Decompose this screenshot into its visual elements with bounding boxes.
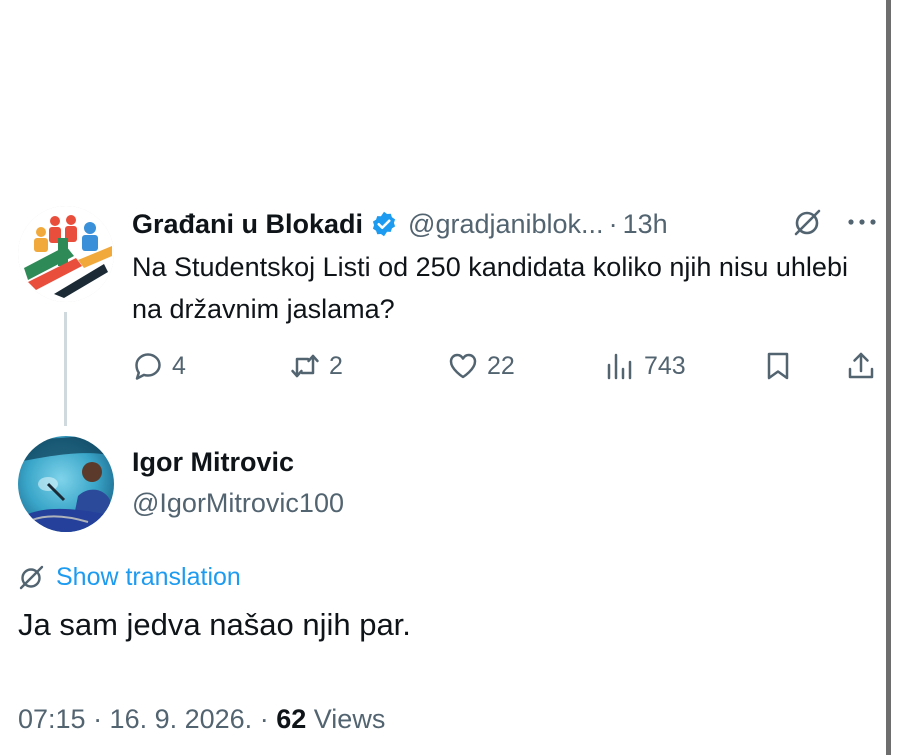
separator-dot: · bbox=[608, 208, 618, 239]
like-count: 22 bbox=[487, 351, 515, 380]
bookmark-icon bbox=[767, 352, 789, 380]
parent-tweet-text: Na Studentskoj Listi od 250 kandidata ko… bbox=[132, 252, 848, 324]
repost-count: 2 bbox=[329, 351, 343, 380]
views-label: Views bbox=[313, 704, 386, 734]
views-count: 743 bbox=[644, 351, 686, 380]
reply-author-name[interactable]: Igor Mitrovic bbox=[132, 447, 294, 478]
tweet-meta: 07:15 · 16. 9. 2026. · 62 Views bbox=[18, 704, 385, 735]
views-icon bbox=[607, 353, 632, 380]
like-button[interactable]: 22 bbox=[447, 346, 515, 386]
show-translation-link[interactable]: Show translation bbox=[18, 560, 241, 594]
parent-handle[interactable]: @gradjaniblok... bbox=[408, 209, 604, 240]
views-count: 62 bbox=[276, 704, 307, 734]
like-icon bbox=[449, 353, 477, 379]
more-icon[interactable] bbox=[844, 208, 880, 236]
separator-dot: · bbox=[259, 704, 269, 734]
thread-line bbox=[64, 312, 67, 426]
verified-badge-icon bbox=[372, 211, 396, 237]
reply-avatar-image bbox=[18, 436, 114, 532]
bookmark-button[interactable] bbox=[762, 346, 794, 386]
repost-button[interactable]: 2 bbox=[289, 346, 343, 386]
reply-count: 4 bbox=[172, 351, 186, 380]
scrollbar[interactable] bbox=[886, 0, 891, 755]
reply-handle[interactable]: @IgorMitrovic100 bbox=[132, 488, 344, 519]
gradjani-logo-icon bbox=[18, 206, 114, 302]
translate-icon[interactable] bbox=[792, 206, 824, 238]
parent-time[interactable]: 13h bbox=[623, 209, 668, 240]
views-button[interactable]: 743 bbox=[604, 346, 686, 386]
parent-header: Građani u Blokadi @gradjaniblok... · 13h bbox=[132, 205, 668, 243]
repost-icon bbox=[291, 354, 319, 378]
reply-button[interactable]: 4 bbox=[132, 346, 186, 386]
tweet-timestamp[interactable]: 07:15 · 16. 9. 2026. bbox=[18, 704, 252, 734]
share-button[interactable] bbox=[845, 346, 877, 386]
parent-author-name[interactable]: Građani u Blokadi bbox=[132, 209, 363, 240]
show-translation-label[interactable]: Show translation bbox=[56, 563, 241, 592]
parent-avatar[interactable] bbox=[18, 206, 114, 302]
reply-tweet-text: Ja sam jedva našao njih par. bbox=[18, 607, 411, 642]
translate-icon bbox=[19, 565, 44, 590]
share-icon bbox=[848, 352, 874, 379]
reply-icon bbox=[135, 353, 161, 380]
reply-avatar[interactable] bbox=[18, 436, 114, 532]
